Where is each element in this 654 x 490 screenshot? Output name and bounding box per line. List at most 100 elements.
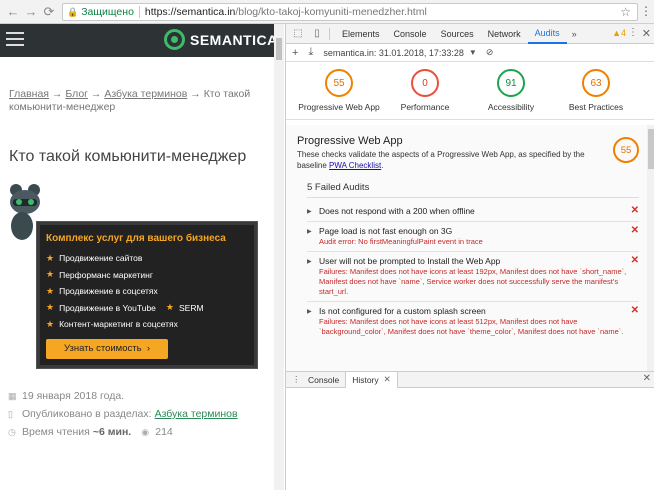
gauge-best-practices[interactable]: 63 Best Practices	[551, 69, 641, 112]
star-icon: ★	[46, 252, 55, 263]
publish-date: ▦ 19 января 2018 года.	[8, 390, 125, 402]
gauge-pwa[interactable]: 55 Progressive Web App	[294, 69, 384, 112]
get-price-button[interactable]: Узнать стоимость ›	[46, 338, 168, 359]
audits-toolbar: + ⤓ semantica.in: 31.01.2018, 17:33:28 ▼…	[286, 44, 654, 62]
close-icon[interactable]: ✕	[642, 27, 651, 40]
devtools-panel: ⬚ ▯ Elements Console Sources Network Aud…	[285, 24, 654, 490]
list-item: ★ Продвижение в соцсетях	[46, 285, 158, 297]
clock-icon: ◷	[8, 426, 16, 437]
dropdown-caret-icon[interactable]: ▼	[469, 48, 477, 57]
logo-icon	[164, 29, 185, 50]
devtools-drawer-tabbar: ⋮ Console History ✕ ✕	[286, 371, 654, 388]
eye-icon: ◉	[141, 426, 150, 437]
audit-item[interactable]: ▶ Page load is not fast enough on 3G ✕ Aud…	[307, 225, 639, 247]
score-ring: 0	[411, 69, 439, 97]
bookmark-star-icon[interactable]: ☆	[620, 5, 631, 19]
breadcrumb-glossary-link[interactable]: Азбука терминов	[104, 88, 187, 100]
scroll-thumb[interactable]	[648, 129, 654, 169]
audit-report: Progressive Web App These checks validat…	[286, 125, 647, 371]
warning-count[interactable]: ▲4	[612, 28, 626, 38]
breadcrumb-home-link[interactable]: Главная	[9, 88, 49, 100]
published-in: ▯ Опубликовано в разделах: Азбука термин…	[8, 408, 238, 420]
audit-failures: Failures: Manifest does not have icons a…	[319, 317, 624, 336]
promo-list: ★ Продвижение сайтов ★ Перформанс маркетин…	[46, 250, 248, 333]
glossary-link[interactable]: Азбука терминов	[155, 408, 238, 420]
inspect-element-icon[interactable]: ⬚	[291, 27, 305, 41]
back-arrow-icon[interactable]: ←	[4, 2, 22, 22]
page-scrollbar[interactable]	[274, 24, 284, 490]
list-item: ★ Контент-маркетинг в соцсетях	[46, 318, 178, 330]
close-drawer-icon[interactable]: ✕	[643, 373, 651, 384]
expand-triangle-icon: ▶	[307, 308, 312, 315]
read-time: ◷ Время чтения ~6 мин. ◉ 214	[8, 426, 173, 438]
tab-sources[interactable]: Sources	[434, 24, 481, 44]
calendar-icon: ▦	[8, 390, 17, 401]
clear-icon[interactable]: ⊘	[486, 47, 494, 58]
site-logo[interactable]: SEMANTICA	[164, 29, 278, 50]
list-item: ★ Перформанс маркетинг	[46, 269, 153, 280]
lock-icon: 🔒	[67, 6, 79, 17]
warning-icon: ▲	[612, 28, 621, 38]
browser-toolbar: ← → ⟳ 🔒 Защищено https://semantica.in/bl…	[0, 0, 654, 24]
audit-item[interactable]: ▶ User will not be prompted to Install th…	[307, 255, 639, 297]
chevron-right-icon: ›	[146, 343, 151, 354]
score-ring: 63	[582, 69, 610, 97]
star-icon: ★	[46, 302, 55, 313]
devtools-menu-icon[interactable]: ⋮	[628, 27, 638, 38]
drawer-tab-console[interactable]: Console	[302, 372, 345, 388]
address-bar[interactable]: 🔒 Защищено https://semantica.in/blog/kto…	[62, 3, 638, 21]
breadcrumb: Главная → Блог → Азбука терминов → Кто т…	[9, 88, 251, 113]
close-tab-icon[interactable]: ✕	[384, 374, 391, 385]
more-tabs-icon[interactable]: »	[567, 29, 582, 39]
url-host: https://semantica.in	[144, 6, 236, 18]
web-page: SEMANTICA Главная → Блог → Азбука термин…	[0, 24, 284, 490]
category-score-ring: 55	[613, 137, 639, 163]
score-ring: 55	[325, 69, 353, 97]
gauge-performance[interactable]: 0 Performance	[380, 69, 470, 112]
expand-triangle-icon: ▶	[307, 228, 312, 235]
list-item: ★ Продвижение сайтов	[46, 252, 143, 264]
secure-label: Защищено	[81, 6, 134, 18]
star-icon: ★	[46, 318, 55, 329]
tab-audits[interactable]: Audits	[527, 24, 567, 44]
tab-console[interactable]: Console	[387, 24, 434, 44]
audit-failures: Failures: Manifest does not have icons a…	[319, 267, 627, 296]
score-ring: 91	[497, 69, 525, 97]
url-path: /blog/kto-takoj-komyuniti-menedzher.html	[235, 6, 427, 18]
hamburger-menu-icon[interactable]	[6, 32, 24, 47]
download-icon[interactable]: ⤓	[308, 46, 313, 59]
promo-title: Комплекс услуг для вашего бизнеса	[46, 233, 226, 244]
category-title: Progressive Web App	[297, 135, 403, 147]
expand-triangle-icon: ▶	[307, 258, 312, 265]
audit-error: Audit error: No firstMeaningfulPaint eve…	[319, 237, 483, 246]
device-toggle-icon[interactable]: ▯	[310, 27, 324, 41]
tab-elements[interactable]: Elements	[335, 24, 387, 44]
scroll-thumb[interactable]	[276, 38, 282, 60]
drawer-menu-icon[interactable]: ⋮	[292, 374, 302, 385]
star-icon: ★	[46, 285, 55, 296]
list-item: ★ Продвижение в YouTube ★ SERM	[46, 302, 204, 313]
score-gauges: 55 Progressive Web App 0 Performance 91 …	[286, 62, 654, 120]
plus-icon[interactable]: +	[292, 47, 298, 59]
fail-x-icon: ✕	[630, 225, 639, 236]
gauge-accessibility[interactable]: 91 Accessibility	[466, 69, 556, 112]
fail-x-icon: ✕	[630, 305, 639, 316]
expand-triangle-icon: ▶	[307, 208, 312, 215]
pwa-checklist-link[interactable]: PWA Checklist	[329, 161, 381, 170]
tab-network[interactable]: Network	[481, 24, 528, 44]
breadcrumb-blog-link[interactable]: Блог	[65, 88, 88, 100]
promo-banner: Комплекс услуг для вашего бизнеса ★ Продв…	[36, 221, 258, 369]
browser-menu-icon[interactable]: ⋮	[640, 4, 652, 18]
failed-audits-title[interactable]: 5 Failed Audits	[307, 182, 369, 193]
drawer-tab-history[interactable]: History ✕	[345, 371, 398, 388]
audit-run-select[interactable]: semantica.in: 31.01.2018, 17:33:28	[323, 48, 464, 58]
forward-arrow-icon[interactable]: →	[22, 2, 40, 22]
report-scrollbar[interactable]	[647, 125, 654, 371]
reload-icon[interactable]: ⟳	[40, 2, 58, 22]
star-icon: ★	[46, 269, 55, 280]
bookmark-icon: ▯	[8, 408, 13, 419]
audit-item[interactable]: ▶ Does not respond with a 200 when offlin…	[307, 205, 639, 217]
category-description: These checks validate the aspects of a P…	[297, 150, 585, 170]
audit-item[interactable]: ▶ Is not configured for a custom splash s…	[307, 305, 639, 337]
fail-x-icon: ✕	[630, 205, 639, 216]
